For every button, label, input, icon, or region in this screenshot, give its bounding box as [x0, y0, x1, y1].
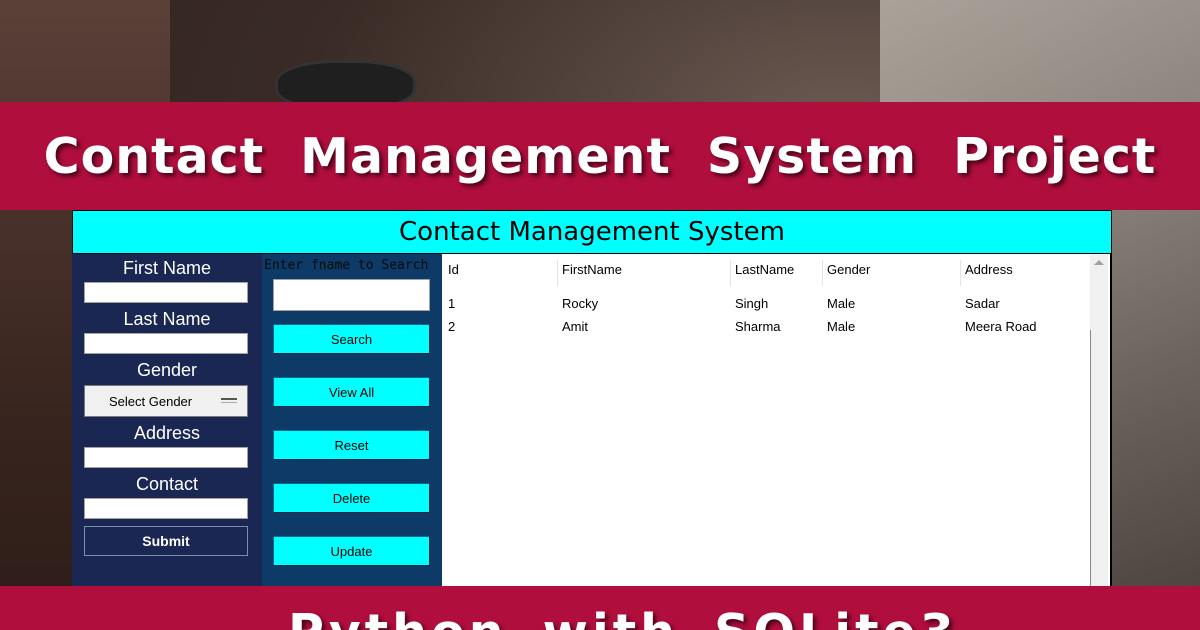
dropdown-indicator-icon	[221, 398, 237, 403]
bottom-banner: Python with SQLite3	[0, 586, 1200, 630]
table-cell-firstname[interactable]: Amit	[558, 319, 588, 334]
contact-field[interactable]	[84, 498, 248, 519]
app-title-bar: Contact Management System	[72, 210, 1112, 254]
table-cell-firstname[interactable]: Rocky	[558, 296, 598, 311]
window-right-border	[1110, 254, 1112, 586]
update-button[interactable]: Update	[273, 536, 430, 566]
vertical-scrollbar[interactable]	[1090, 254, 1108, 586]
column-header-gender[interactable]: Gender	[823, 260, 961, 286]
banner-subtitle: Python with SQLite3	[288, 608, 958, 630]
gender-select-value: Select Gender	[109, 394, 193, 409]
contact-label: Contact	[135, 474, 199, 494]
last-name-label: Last Name	[123, 309, 211, 329]
search-label: Enter fname to Search	[264, 258, 429, 273]
gender-label: Gender	[136, 360, 198, 380]
top-banner: Contact Management System Project	[0, 102, 1200, 210]
table-cell-lastname[interactable]: Singh	[731, 296, 768, 311]
table-cell-gender[interactable]: Male	[823, 296, 855, 311]
delete-button[interactable]: Delete	[273, 483, 430, 513]
first-name-field[interactable]	[84, 282, 248, 303]
table-cell-address[interactable]: Sadar	[961, 296, 1000, 311]
column-header-firstname[interactable]: FirstName	[558, 260, 731, 286]
search-actions-panel: Enter fname to Search Search View All Re…	[262, 254, 442, 586]
column-header-id[interactable]: Id	[444, 260, 558, 286]
contacts-table: Id FirstName LastName Gender Address 1 R…	[442, 254, 1112, 586]
column-header-lastname[interactable]: LastName	[731, 260, 823, 286]
table-cell-id[interactable]: 1	[444, 296, 455, 311]
scroll-up-arrow-icon[interactable]	[1094, 260, 1104, 265]
submit-button[interactable]: Submit	[84, 526, 248, 556]
table-cell-lastname[interactable]: Sharma	[731, 319, 781, 334]
search-input[interactable]	[273, 279, 430, 311]
table-cell-address[interactable]: Meera Road	[961, 319, 1037, 334]
gender-select[interactable]: Select Gender	[84, 385, 248, 417]
table-cell-id[interactable]: 2	[444, 319, 455, 334]
address-label: Address	[133, 423, 201, 443]
table-cell-gender[interactable]: Male	[823, 319, 855, 334]
search-button[interactable]: Search	[273, 324, 430, 354]
address-field[interactable]	[84, 447, 248, 468]
entry-form-panel: First Name Last Name Gender Select Gende…	[72, 254, 262, 586]
last-name-field[interactable]	[84, 333, 248, 354]
column-header-address[interactable]: Address	[961, 260, 1089, 286]
app-window: Contact Management System First Name Las…	[72, 210, 1112, 586]
scrollbar-track-edge	[1090, 330, 1091, 586]
view-all-button[interactable]: View All	[273, 377, 430, 407]
reset-button[interactable]: Reset	[273, 430, 430, 460]
banner-title: Contact Management System Project	[43, 127, 1157, 185]
first-name-label: First Name	[122, 258, 211, 278]
